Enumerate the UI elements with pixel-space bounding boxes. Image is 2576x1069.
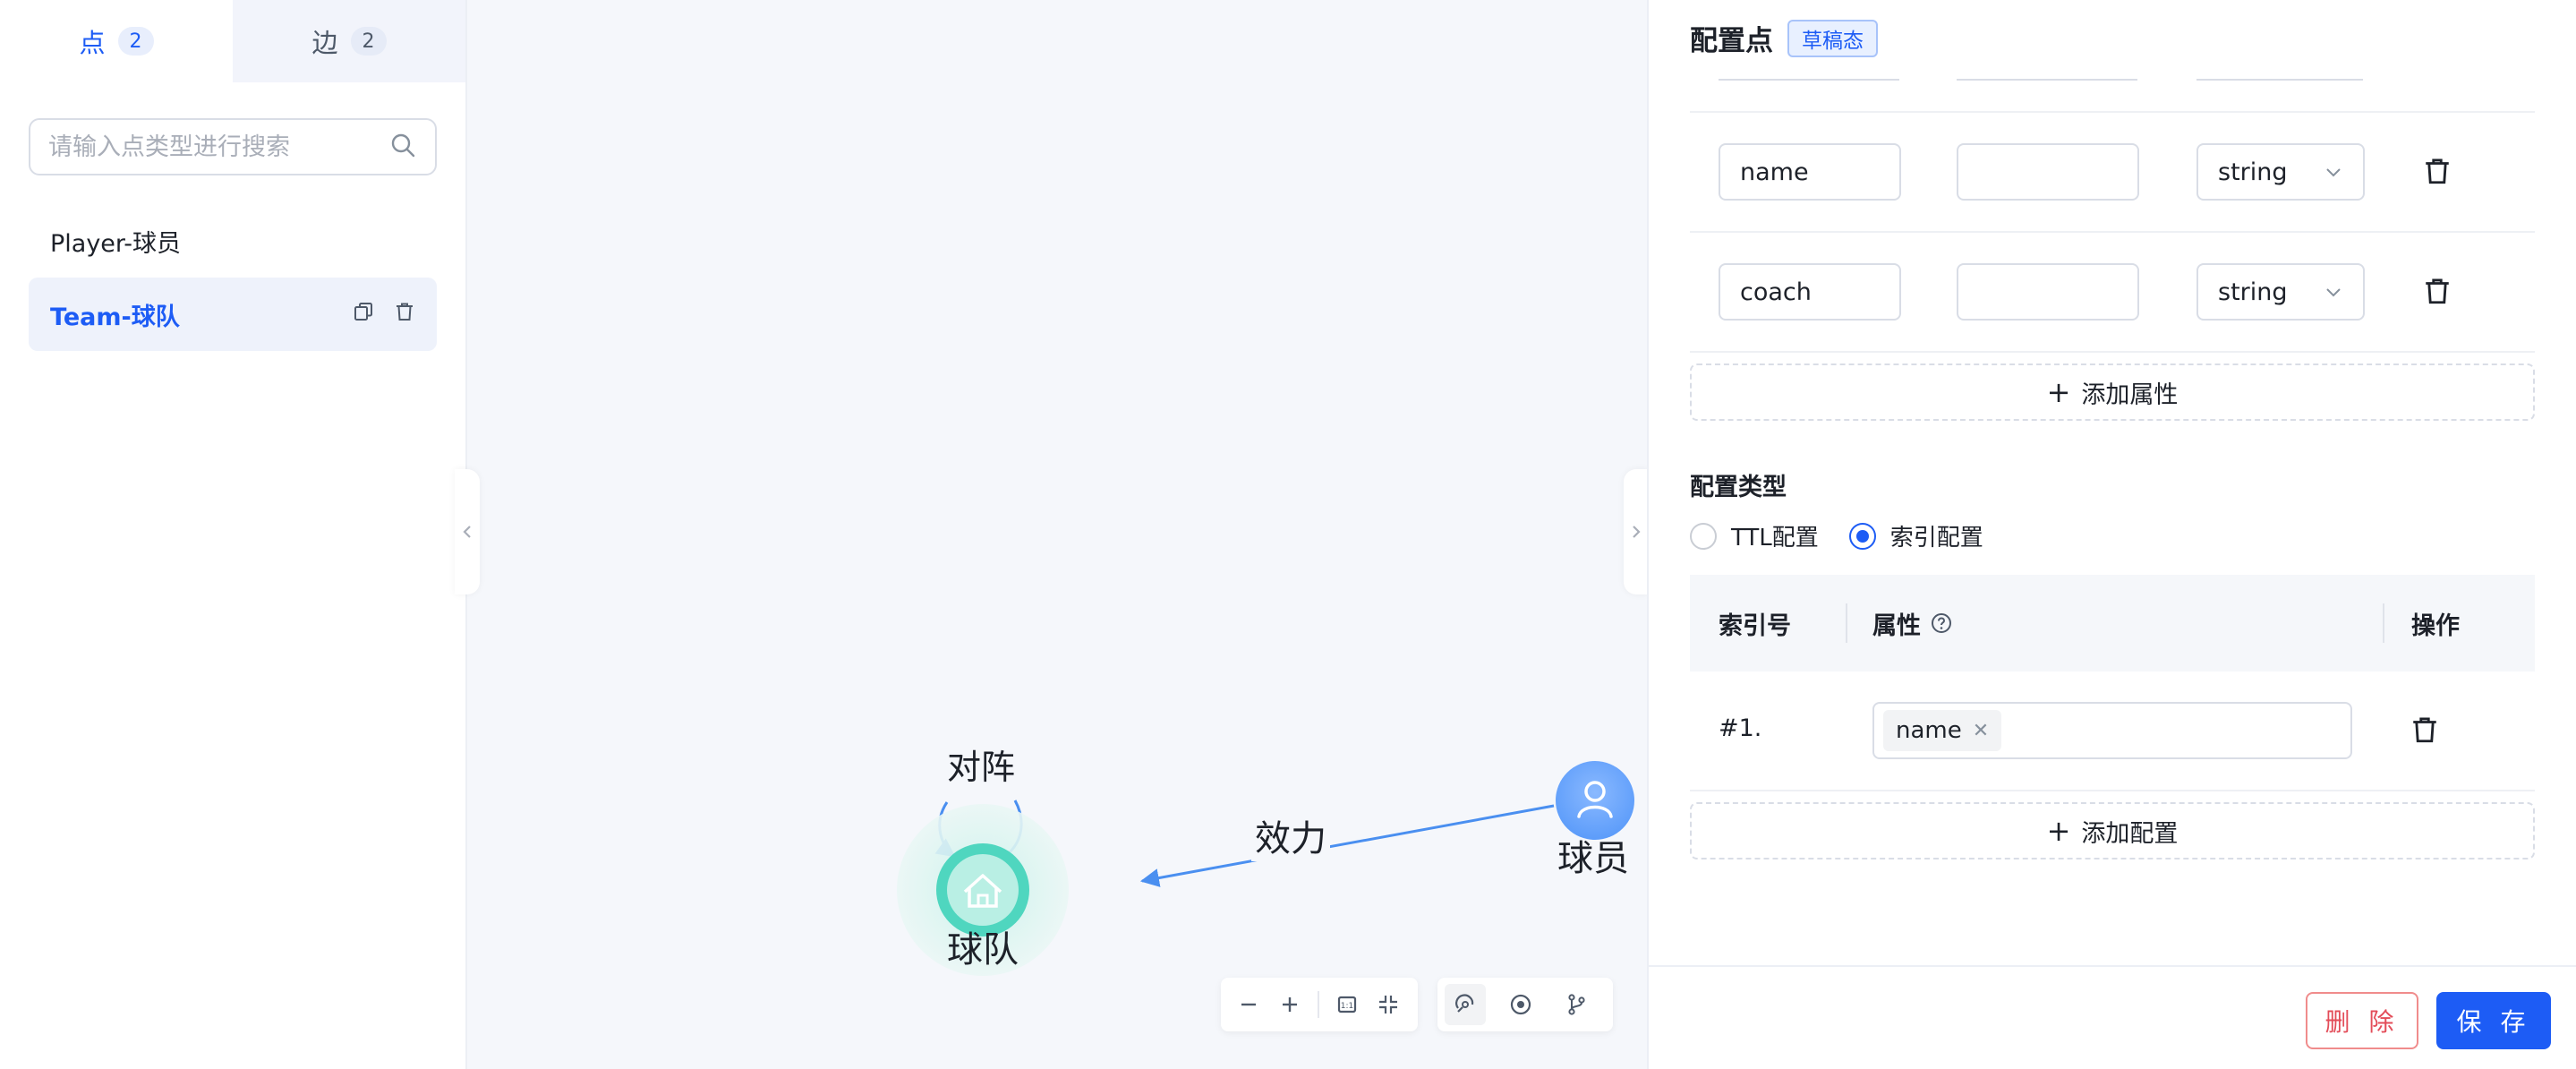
header-property: 属性	[1872, 606, 1953, 641]
type-item-team[interactable]: Team-球队	[29, 278, 437, 351]
radio-ttl-config[interactable]: TTL配置	[1690, 519, 1819, 552]
header-divider	[2383, 603, 2384, 643]
node-label-team: 球队	[947, 929, 1019, 971]
property-name-field[interactable]: name	[1719, 143, 1901, 201]
panel-header: 配置点 草稿态	[1690, 18, 1878, 58]
property-name-field[interactable]: coach	[1719, 263, 1901, 321]
chevron-down-icon	[2326, 288, 2341, 297]
zoom-out-icon[interactable]	[1228, 984, 1269, 1025]
tab-bar: 点 2 边 2	[0, 0, 465, 82]
edge-line-effect[interactable]	[1139, 804, 1555, 887]
panel-footer: 删 除 保 存	[1649, 965, 2576, 1069]
add-config-label: 添加配置	[2081, 819, 2179, 848]
radio-circle	[1848, 522, 1876, 550]
tab-vertices-count: 2	[117, 27, 154, 56]
status-badge: 草稿态	[1787, 19, 1878, 57]
add-config-button[interactable]: + 添加配置	[1690, 802, 2535, 859]
property-default-field[interactable]	[1957, 143, 2139, 201]
search-input[interactable]	[48, 133, 388, 161]
fit-view-icon[interactable]: 1:1	[1326, 984, 1368, 1025]
config-type-radio-group: TTL配置 索引配置	[1690, 519, 2014, 552]
node-player[interactable]: 球员	[1556, 761, 1634, 879]
trash-icon[interactable]	[2422, 276, 2452, 306]
radio-circle	[1690, 522, 1717, 550]
app-root: 点 2 边 2 Player-球员 Team-球队	[0, 0, 2576, 1069]
branch-icon[interactable]	[1556, 984, 1597, 1025]
close-icon[interactable]: ✕	[1973, 720, 1989, 742]
header-divider	[1846, 603, 1847, 643]
plus-icon: +	[2046, 375, 2071, 409]
chevron-right-icon	[1633, 526, 1641, 538]
trash-icon[interactable]	[2422, 156, 2452, 186]
focus-icon[interactable]	[1500, 984, 1541, 1025]
property-type-select[interactable]: string	[2196, 263, 2365, 321]
table-row: #1. name ✕	[1690, 671, 2535, 791]
svg-text:1:1: 1:1	[1341, 1002, 1353, 1011]
tab-vertices-label: 点	[79, 28, 106, 58]
index-table: 索引号 属性 操作 #1. name ✕	[1690, 575, 2535, 791]
delete-button[interactable]: 删 除	[2306, 992, 2418, 1049]
collapse-right-handle[interactable]	[1624, 469, 1649, 594]
tab-edges-label: 边	[311, 28, 338, 58]
layout-toolbar	[1437, 978, 1613, 1031]
save-button[interactable]: 保 存	[2436, 992, 2551, 1049]
layout-icon[interactable]	[1445, 984, 1486, 1025]
property-default-field[interactable]	[1957, 263, 2139, 321]
property-tag-label: name	[1896, 717, 1962, 744]
property-name-value: coach	[1740, 278, 1812, 306]
property-type-value: string	[2218, 278, 2288, 306]
edge-label-effect: 效力	[1255, 818, 1326, 859]
header-property-label: 属性	[1872, 611, 1921, 640]
zoom-in-icon[interactable]	[1269, 984, 1310, 1025]
property-name-value: name	[1740, 158, 1809, 186]
tab-edges[interactable]: 边 2	[233, 0, 465, 82]
radio-index-config[interactable]: 索引配置	[1848, 519, 1983, 552]
scrolled-row-edge	[1690, 77, 2535, 113]
property-type-select[interactable]: string	[2196, 143, 2365, 201]
toolbar-divider	[1318, 991, 1319, 1018]
chevron-down-icon	[2326, 168, 2341, 177]
trash-icon[interactable]	[394, 301, 415, 329]
property-type-value: string	[2218, 158, 2288, 186]
graph-canvas[interactable]: 效力 对阵 球队 球员 1:1	[465, 0, 1647, 1069]
copy-icon[interactable]	[353, 301, 374, 329]
tab-edges-count: 2	[350, 27, 387, 56]
type-item-label: Team-球队	[50, 303, 180, 331]
index-table-header: 索引号 属性 操作	[1690, 575, 2535, 671]
left-panel: 点 2 边 2 Player-球员 Team-球队	[0, 0, 465, 1069]
add-property-button[interactable]: + 添加属性	[1690, 363, 2535, 421]
collapse-icon[interactable]	[1368, 984, 1409, 1025]
help-icon[interactable]	[1930, 611, 1953, 635]
zoom-toolbar: 1:1	[1221, 978, 1418, 1031]
chevron-left-icon	[463, 526, 471, 538]
index-property-select[interactable]: name ✕	[1872, 702, 2352, 759]
graph-svg: 效力 对阵 球队 球员	[897, 748, 1634, 976]
property-row: name string	[1690, 113, 2535, 233]
property-row: coach string	[1690, 233, 2535, 353]
radio-label: 索引配置	[1889, 525, 1983, 552]
header-index-no: 索引号	[1719, 611, 1791, 640]
collapse-left-handle[interactable]	[455, 469, 480, 594]
type-item-label: Player-球员	[50, 229, 182, 258]
tab-vertices[interactable]: 点 2	[0, 0, 233, 82]
search-box	[29, 118, 437, 175]
trash-icon[interactable]	[2410, 714, 2440, 745]
index-number: #1.	[1719, 714, 1762, 742]
type-item-player[interactable]: Player-球员	[29, 204, 437, 278]
search-icon[interactable]	[388, 131, 417, 163]
header-action: 操作	[2411, 611, 2460, 640]
add-property-label: 添加属性	[2081, 381, 2179, 409]
property-tag: name ✕	[1883, 710, 2002, 751]
config-panel: 配置点 草稿态 name string coach string + 添加属性 …	[1647, 0, 2576, 1069]
edge-label-vs: 对阵	[947, 748, 1015, 787]
node-team[interactable]: 球队	[897, 804, 1069, 976]
node-label-player: 球员	[1557, 838, 1629, 879]
radio-label: TTL配置	[1731, 525, 1819, 552]
panel-title: 配置点	[1690, 25, 1773, 57]
plus-icon: +	[2046, 814, 2071, 848]
config-type-label: 配置类型	[1690, 474, 1787, 501]
